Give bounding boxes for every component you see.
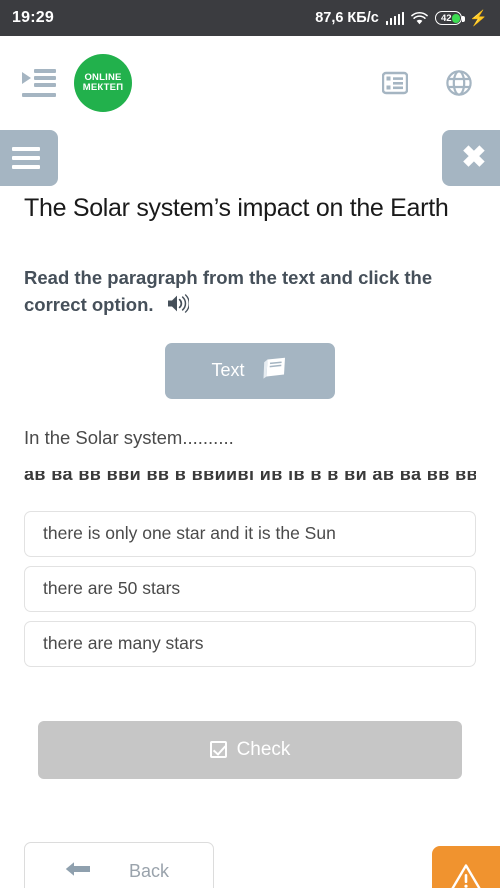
status-time: 19:29 [12,9,54,26]
back-button[interactable]: Back [24,842,214,888]
wifi-icon [411,11,429,24]
sidebar-menu-button[interactable] [0,130,58,186]
answer-option[interactable]: there are 50 stars [24,565,476,612]
text-button-label: Text [211,360,245,381]
bottom-bar: Back [0,826,500,888]
close-lesson-button[interactable]: ✖ [442,130,500,186]
list-view-icon[interactable] [382,71,408,95]
logo-line-2: МЕКТЕП [82,82,124,93]
speaker-icon[interactable] [167,294,190,321]
answer-options: there is only one star and it is the Sun… [24,510,476,667]
instruction-text: Read the paragraph from the text and cli… [24,265,464,321]
app-header: ONLINE МЕКТЕП [0,36,500,130]
book-icon [263,357,289,384]
clipped-text: ав ва вв вви вв в ввиивi ив iв в в ви ав… [24,470,476,484]
charging-bolt-icon: ⚡ [469,9,488,27]
answer-option-label: there is only one star and it is the Sun [43,523,336,544]
instruction-label: Read the paragraph from the text and cli… [24,267,433,315]
check-button-label: Check [236,738,291,760]
status-bar: 19:29 87,6 КБ/c 42 ⚡ [0,0,500,36]
clipped-text-row: ав ва вв вви вв в ввиивi ив iв в в ви ав… [24,471,476,485]
back-button-label: Back [129,860,170,881]
answer-option-label: there are 50 stars [43,578,181,599]
hamburger-icon [12,142,40,174]
close-icon: ✖ [461,141,487,174]
open-text-button[interactable]: Text [165,342,335,399]
answer-option[interactable]: there is only one star and it is the Sun [24,510,476,557]
warning-triangle-icon [449,863,483,888]
signal-icon [385,11,405,25]
status-indicators: 87,6 КБ/c 42 ⚡ [315,10,488,26]
network-speed: 87,6 КБ/c [315,10,379,26]
question-prompt: In the Solar system.......... [24,426,234,448]
check-answer-button[interactable]: Check [38,720,462,779]
indent-list-icon[interactable] [22,68,56,98]
battery-level: 42 [441,12,452,24]
lesson-content: The Solar system’s impact on the Earth R… [0,194,500,779]
onlinemektep-logo[interactable]: ONLINE МЕКТЕП [74,54,132,112]
nav-band: ✖ [0,130,500,192]
answer-option-label: there are many stars [43,633,204,654]
report-problem-button[interactable] [432,846,500,888]
battery-icon: 42 [435,11,465,25]
app-screen: 19:29 87,6 КБ/c 42 ⚡ ONLINE МЕКТЕП ✖ The… [0,0,500,888]
arrow-left-icon [65,860,91,883]
globe-language-icon[interactable] [446,70,472,96]
answer-option[interactable]: there are many stars [24,620,476,667]
checkbox-checked-icon [209,741,227,759]
page-title: The Solar system’s impact on the Earth [24,194,449,222]
